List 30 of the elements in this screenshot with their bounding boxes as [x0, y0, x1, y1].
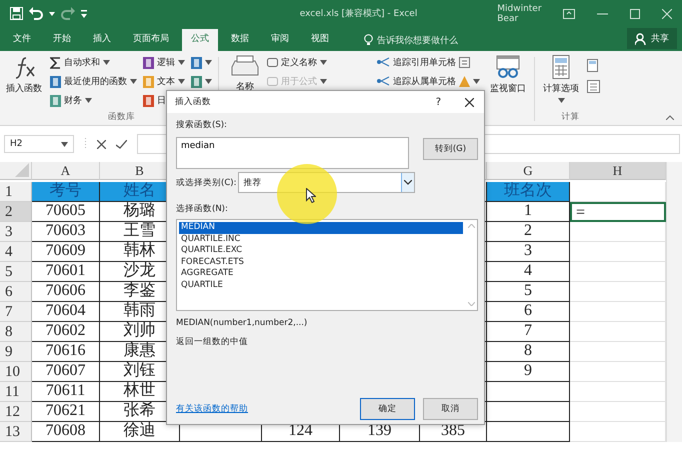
table-cell: 2	[487, 222, 570, 242]
table-cell: 70621	[32, 402, 100, 422]
table-cell: 3	[487, 242, 570, 262]
table-cell: 8	[487, 342, 570, 362]
table-cell: =	[570, 202, 666, 222]
field-label: 搜索函数(S):	[176, 119, 228, 131]
header-cell: 考号	[32, 182, 100, 202]
group-label: 计算	[562, 111, 580, 124]
table-cell: 70608	[32, 422, 100, 442]
table-cell: 6	[487, 302, 570, 322]
dialog-title: 插入函数	[175, 96, 212, 108]
window-title: excel.xls [兼容模式] - Excel	[300, 8, 418, 20]
user-name: Midwinter Bear	[497, 4, 543, 24]
table-cell: 70606	[32, 282, 100, 302]
header-cell: 班名次	[487, 182, 570, 202]
table-cell: 70609	[32, 242, 100, 262]
table-cell: 70604	[32, 302, 100, 322]
table-cell: 70603	[32, 222, 100, 242]
table-cell: 9	[487, 362, 570, 382]
table-cell: 70616	[32, 342, 100, 362]
table-cell: 70601	[32, 262, 100, 282]
table-cell: 1	[487, 202, 570, 222]
table-cell: 7	[487, 322, 570, 342]
table-cell: 70607	[32, 362, 100, 382]
table-cell: 70605	[32, 202, 100, 222]
table-cell: 4	[487, 262, 570, 282]
group-label: 函数库	[108, 111, 135, 124]
table-cell: 5	[487, 282, 570, 302]
table-cell: 70611	[32, 382, 100, 402]
table-cell: 70602	[32, 322, 100, 342]
